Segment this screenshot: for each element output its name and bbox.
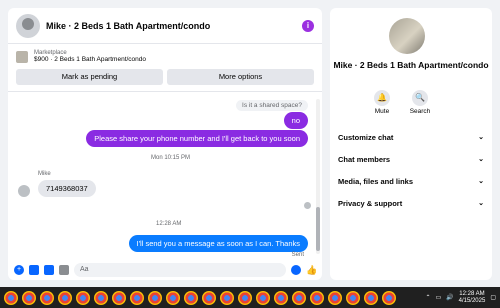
incoming-message[interactable]: 7149368037 <box>38 180 96 197</box>
bell-icon: 🔔 <box>374 90 390 106</box>
message-list: Is it a shared space? no Please share yo… <box>8 94 322 259</box>
chrome-icon[interactable] <box>238 290 252 305</box>
outgoing-message[interactable]: I'll send you a message as soon as I can… <box>128 235 308 252</box>
marketplace-listing: Marketplace $900 · 2 Beds 1 Bath Apartme… <box>8 44 322 92</box>
search-icon: 🔍 <box>412 90 428 106</box>
sent-status: Sent <box>291 252 304 258</box>
chat-panel: Mike · 2 Beds 1 Bath Apartment/condo i M… <box>8 8 322 280</box>
chrome-icon[interactable] <box>256 290 270 305</box>
seen-avatar-icon <box>304 202 311 209</box>
menu-customize-chat[interactable]: Customize chat ⌄ <box>330 126 492 148</box>
menu-chat-members[interactable]: Chat members ⌄ <box>330 148 492 170</box>
menu-media-files-links[interactable]: Media, files and links ⌄ <box>330 170 492 192</box>
chrome-icon[interactable] <box>76 290 90 305</box>
chrome-icon[interactable] <box>346 290 360 305</box>
gif-icon[interactable] <box>59 264 69 275</box>
chrome-icon[interactable] <box>202 290 216 305</box>
chrome-icon[interactable] <box>112 290 126 305</box>
system-tray: ⌃ ▭ 🔊 12:28 AM 4/15/2025 ▢ <box>425 287 496 308</box>
mute-button[interactable]: 🔔 Mute <box>370 90 394 115</box>
info-icon[interactable]: i <box>302 19 314 32</box>
chrome-icon[interactable] <box>58 290 72 305</box>
message-scrollbar[interactable] <box>316 99 320 254</box>
chrome-icon[interactable] <box>310 290 324 305</box>
chevron-up-icon[interactable]: ⌃ <box>425 294 430 301</box>
contact-profile-photo[interactable] <box>389 18 425 54</box>
sticker-icon[interactable] <box>44 264 54 275</box>
like-icon[interactable]: 👍 <box>306 265 317 275</box>
timestamp: Mon 10:15 PM <box>151 155 191 161</box>
chrome-icon[interactable] <box>166 290 180 305</box>
scrollbar-thumb[interactable] <box>316 207 320 251</box>
chrome-icon[interactable] <box>184 290 198 305</box>
conversation-details-panel: Mike · 2 Beds 1 Bath Apartment/condo 🔔 M… <box>330 8 492 280</box>
taskbar-app-icons <box>0 290 396 305</box>
search-label: Search <box>409 108 431 115</box>
timestamp: 12:28 AM <box>156 221 182 227</box>
quoted-message: Is it a shared space? <box>236 100 308 111</box>
emoji-icon[interactable] <box>291 264 301 275</box>
plus-icon[interactable]: + <box>14 264 24 275</box>
photo-icon[interactable] <box>29 264 39 275</box>
chevron-down-icon: ⌄ <box>478 156 484 163</box>
mark-as-pending-button[interactable]: Mark as pending <box>16 69 163 85</box>
more-options-button[interactable]: More options <box>167 69 314 85</box>
chrome-icon[interactable] <box>40 290 54 305</box>
search-button[interactable]: 🔍 Search <box>408 90 432 115</box>
sender-name: Mike <box>38 171 51 177</box>
clock[interactable]: 12:28 AM 4/15/2025 <box>459 291 486 305</box>
chrome-icon[interactable] <box>148 290 162 305</box>
chrome-icon[interactable] <box>328 290 342 305</box>
composer: + Aa 👍 <box>8 259 322 280</box>
listing-title[interactable]: $900 · 2 Beds 1 Bath Apartment/condo <box>34 56 146 63</box>
chrome-icon[interactable] <box>274 290 288 305</box>
chevron-down-icon: ⌄ <box>478 178 484 185</box>
chrome-icon[interactable] <box>364 290 378 305</box>
chrome-icon[interactable] <box>382 290 396 305</box>
chrome-icon[interactable] <box>22 290 36 305</box>
mute-label: Mute <box>374 108 390 115</box>
chrome-icon[interactable] <box>94 290 108 305</box>
details-menu: Customize chat ⌄ Chat members ⌄ Media, fil… <box>330 126 492 214</box>
chrome-icon[interactable] <box>4 290 18 305</box>
chevron-down-icon: ⌄ <box>478 200 484 207</box>
network-icon[interactable]: ▭ <box>435 294 441 301</box>
chrome-icon[interactable] <box>130 290 144 305</box>
outgoing-message[interactable]: Please share your phone number and I'll … <box>86 130 308 147</box>
chat-title[interactable]: Mike · 2 Beds 1 Bath Apartment/condo <box>46 21 302 31</box>
chevron-down-icon: ⌄ <box>478 134 484 141</box>
sender-avatar[interactable] <box>18 185 30 197</box>
chrome-icon[interactable] <box>220 290 234 305</box>
menu-privacy-support[interactable]: Privacy & support ⌄ <box>330 192 492 214</box>
contact-avatar[interactable] <box>16 13 40 38</box>
notification-icon[interactable]: ▢ <box>490 294 496 301</box>
volume-icon[interactable]: 🔊 <box>446 294 453 301</box>
listing-thumbnail[interactable] <box>16 50 28 63</box>
chat-header: Mike · 2 Beds 1 Bath Apartment/condo i <box>8 8 322 44</box>
taskbar: ⌃ ▭ 🔊 12:28 AM 4/15/2025 ▢ <box>0 287 500 308</box>
quick-actions: 🔔 Mute 🔍 Search <box>370 90 432 115</box>
chrome-icon[interactable] <box>292 290 306 305</box>
outgoing-message[interactable]: no <box>283 112 308 129</box>
contact-name: Mike · 2 Beds 1 Bath Apartment/condo <box>333 60 489 70</box>
message-input[interactable]: Aa <box>74 262 286 277</box>
